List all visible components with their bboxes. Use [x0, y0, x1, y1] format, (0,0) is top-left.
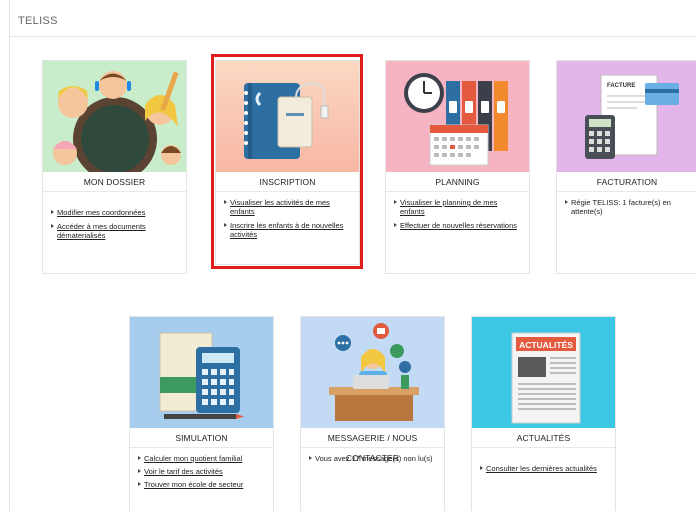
card-facturation[interactable]: FACTURE FACTURATION Régie TELISS: 1 fact…	[556, 60, 696, 274]
facture-status-text: Régie TELISS: 1 facture(s) en attente(s)	[571, 198, 671, 216]
ecole-secteur-link[interactable]: Trouver mon école de secteur	[144, 480, 243, 489]
messagerie-illustration	[301, 317, 444, 428]
modifier-coordonnees-link[interactable]: Modifier mes coordonnées	[57, 208, 145, 217]
facturation-illustration: FACTURE	[557, 61, 696, 172]
list-item: Trouver mon école de secteur	[138, 480, 267, 489]
list-item: Consulter les dernières actualités	[480, 464, 609, 473]
list-item: Modifier mes coordonnées	[51, 208, 180, 217]
card-title: SIMULATION	[130, 428, 273, 448]
card-title: FACTURATION	[557, 172, 696, 192]
list-item: Calculer mon quotient familial	[138, 454, 267, 463]
card-simulation[interactable]: SIMULATION Calculer mon quotient familia…	[129, 316, 274, 511]
list-item: Vous avez 17 message(s) non lu(s)	[309, 454, 438, 463]
title-divider	[9, 36, 696, 37]
planning-illustration	[386, 61, 529, 172]
card-title: PLANNING	[386, 172, 529, 192]
selection-highlight	[211, 54, 363, 269]
card-title: MON DOSSIER	[43, 172, 186, 192]
nouvelles-reservations-link[interactable]: Effectuer de nouvelles réservations	[400, 221, 517, 230]
facture-label: FACTURE	[607, 83, 635, 89]
card-messagerie[interactable]: MESSAGERIE / NOUS CONTACTER Vous avez 17…	[300, 316, 445, 511]
quotient-familial-link[interactable]: Calculer mon quotient familial	[144, 454, 242, 463]
card-mon-dossier[interactable]: MON DOSSIER Modifier mes coordonnées Acc…	[42, 60, 187, 274]
card-title: MESSAGERIE / NOUS CONTACTER	[301, 428, 444, 463]
card-planning[interactable]: PLANNING Visualiser le planning de mes e…	[385, 60, 530, 274]
list-item: Régie TELISS: 1 facture(s) en attente(s)	[565, 198, 691, 216]
list-item: Voir le tarif des activités	[138, 467, 267, 476]
card-title: ACTUALITÉS	[472, 428, 615, 448]
visualiser-planning-link[interactable]: Visualiser le planning de mes enfants	[400, 198, 497, 216]
list-item: Visualiser le planning de mes enfants	[394, 198, 523, 216]
documents-dematerialises-link[interactable]: Accéder à mes documents dématerialisés	[57, 222, 146, 240]
mon-dossier-illustration	[43, 61, 186, 172]
card-actualites[interactable]: ACTUALITÉS ACTUALITÉS Consulter les dern…	[471, 316, 616, 511]
list-item: Effectuer de nouvelles réservations	[394, 221, 523, 230]
app-title: TELISS	[18, 15, 58, 27]
unread-messages-text: Vous avez 17 message(s) non lu(s)	[315, 454, 433, 463]
actualites-illustration: ACTUALITÉS	[472, 317, 615, 428]
simulation-illustration	[130, 317, 273, 428]
tarif-activites-link[interactable]: Voir le tarif des activités	[144, 467, 223, 476]
list-item: Accéder à mes documents dématerialisés	[51, 222, 180, 240]
actualites-headline: ACTUALITÉS	[519, 340, 573, 350]
consulter-actualites-link[interactable]: Consulter les dernières actualités	[486, 464, 597, 473]
